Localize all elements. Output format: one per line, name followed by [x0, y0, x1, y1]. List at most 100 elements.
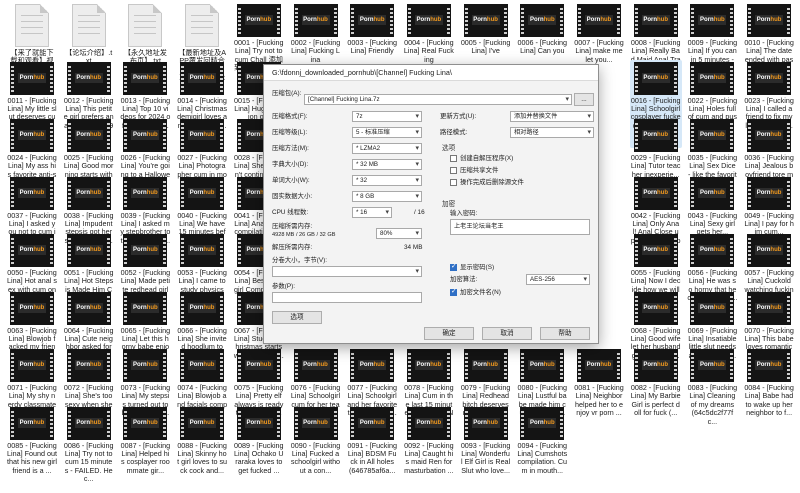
video-file-item[interactable]: Pornhub 0090 - [Fucking Lina] Fucked a sc…: [290, 405, 342, 493]
video-thumbnail-icon: Pornhub: [293, 406, 338, 440]
sfx-label: 创建自解压程序(X): [460, 155, 514, 162]
video-thumbnail-icon: Pornhub: [633, 4, 678, 37]
pornhub-logo-icon: Pornhub: [74, 302, 103, 313]
pornhub-logo-icon: Pornhub: [698, 302, 727, 313]
pornhub-logo-icon: Pornhub: [585, 15, 613, 25]
file-name: 0088 - [Fucking Lina] Skinny hot girl lo…: [177, 441, 228, 475]
delete-label: 操作完成后删除源文件: [460, 179, 524, 186]
path-mode-select[interactable]: 相对路径: [510, 127, 594, 138]
pornhub-logo-icon: Pornhub: [188, 360, 217, 370]
pornhub-logo-icon: Pornhub: [755, 15, 784, 25]
pornhub-logo-icon: Pornhub: [755, 302, 784, 313]
video-file-item[interactable]: Pornhub 0086 - [Fucking Lina] Try not to …: [63, 405, 115, 493]
video-thumbnail-icon: Pornhub: [10, 176, 54, 210]
text-file-icon: [185, 4, 220, 47]
pornhub-logo-icon: Pornhub: [188, 130, 217, 140]
archive-path-combo[interactable]: [Channel] Fucking Lina.7z: [304, 94, 572, 105]
method-select[interactable]: * LZMA2: [352, 143, 422, 154]
word-label: 单词大小(W):: [272, 177, 310, 184]
video-file-item[interactable]: Pornhub 0094 - [Fucking Lina] Cumshots co…: [516, 405, 568, 493]
options-button[interactable]: 选项: [272, 311, 322, 324]
video-thumbnail-icon: Pornhub: [123, 349, 168, 382]
video-thumbnail-icon: Pornhub: [520, 4, 565, 37]
pornhub-logo-icon: Pornhub: [698, 130, 727, 140]
video-thumbnail-icon: Pornhub: [406, 349, 451, 382]
solid-select[interactable]: * 8 GB: [352, 191, 422, 202]
split-size-combo[interactable]: [272, 266, 422, 277]
dict-label: 字典大小(D):: [272, 161, 309, 168]
pornhub-logo-icon: Pornhub: [528, 417, 557, 428]
path-label: 路径模式:: [440, 129, 468, 136]
show-password-checkbox[interactable]: [450, 262, 457, 271]
cpu-select[interactable]: * 16: [352, 207, 392, 218]
video-thumbnail-icon: Pornhub: [747, 349, 792, 382]
video-thumbnail-icon: Pornhub: [10, 406, 54, 440]
video-thumbnail-icon: Pornhub: [236, 4, 281, 37]
video-file-item[interactable]: Pornhub 0084 - [Fucking Lina] Babe had to…: [743, 347, 795, 435]
file-name: 0081 - [Fucking Lina] Neighbor helped he…: [574, 384, 624, 418]
enc-method-select[interactable]: AES-256: [526, 274, 590, 285]
password-label: 输入密码:: [450, 210, 478, 217]
pornhub-logo-icon: Pornhub: [755, 130, 784, 140]
word-select[interactable]: * 32: [352, 175, 422, 186]
cpu-label: CPU 线程数:: [272, 209, 309, 216]
dialog-title: G:\fdonnj_downloaded_pornhub\[Channel] F…: [264, 65, 598, 81]
pornhub-logo-icon: Pornhub: [755, 187, 784, 198]
file-name: 0083 - [Fucking Lina] Cleaning of my dre…: [687, 384, 738, 426]
video-file-item[interactable]: Pornhub 0092 - [Fucking Lina] Caught his …: [403, 405, 455, 493]
video-file-item[interactable]: Pornhub 0081 - [Fucking Lina] Neighbor he…: [573, 347, 625, 435]
video-file-item[interactable]: Pornhub 0093 - [Fucking Lina] Wonderful E…: [460, 405, 512, 493]
browse-button[interactable]: ...: [574, 93, 594, 106]
video-thumbnail-icon: Pornhub: [66, 176, 111, 210]
sfx-checkbox[interactable]: [450, 155, 457, 162]
video-file-item[interactable]: Pornhub 0082 - [Fucking Lina] My Barbie G…: [630, 347, 682, 435]
mem-percent-select[interactable]: 80%: [376, 228, 422, 239]
video-file-item[interactable]: Pornhub 0088 - [Fucking Lina] Skinny hot …: [176, 405, 228, 493]
video-thumbnail-icon: Pornhub: [123, 61, 168, 95]
pornhub-logo-icon: Pornhub: [244, 15, 273, 25]
pornhub-logo-icon: Pornhub: [528, 15, 557, 25]
help-button[interactable]: 帮助: [540, 327, 590, 340]
video-thumbnail-icon: Pornhub: [180, 291, 225, 325]
pornhub-logo-icon: Pornhub: [18, 245, 46, 255]
archive-label: 压缩包(A):: [272, 90, 302, 97]
pornhub-logo-icon: Pornhub: [74, 360, 103, 370]
cpu-total: / 16: [414, 209, 425, 216]
params-input[interactable]: [272, 292, 422, 303]
encryption-group-title: 加密: [442, 201, 456, 208]
file-name: 0094 - [Fucking Lina] Cumshots compilati…: [517, 441, 568, 475]
video-file-item[interactable]: Pornhub 0085 - [Fucking Lina] Found out t…: [6, 405, 58, 493]
video-thumbnail-icon: Pornhub: [463, 349, 508, 382]
format-label: 压缩格式(F):: [272, 113, 308, 120]
password-input[interactable]: 上老王论坛当老王: [450, 219, 590, 235]
cancel-button[interactable]: 取消: [482, 327, 532, 340]
dict-select[interactable]: * 32 MB: [352, 159, 422, 170]
pornhub-logo-icon: Pornhub: [414, 15, 443, 25]
video-thumbnail-icon: Pornhub: [633, 291, 678, 325]
video-file-item[interactable]: Pornhub 0091 - [Fucking Lina] BDSM Fuck i…: [346, 405, 398, 493]
video-file-item[interactable]: Pornhub 0087 - [Fucking Lina] Helped his …: [119, 405, 171, 493]
pornhub-logo-icon: Pornhub: [755, 360, 784, 370]
pornhub-logo-icon: Pornhub: [414, 417, 443, 428]
pornhub-logo-icon: Pornhub: [641, 15, 670, 25]
pornhub-logo-icon: Pornhub: [244, 417, 273, 428]
delete-checkbox[interactable]: [450, 179, 457, 186]
pornhub-logo-icon: Pornhub: [698, 15, 727, 25]
pornhub-logo-icon: Pornhub: [18, 187, 46, 198]
pornhub-logo-icon: Pornhub: [471, 360, 500, 370]
pornhub-logo-icon: Pornhub: [528, 360, 557, 370]
video-thumbnail-icon: Pornhub: [633, 349, 678, 382]
video-thumbnail-icon: Pornhub: [747, 234, 792, 267]
video-file-item[interactable]: Pornhub 0083 - [Fucking Lina] Cleaning of…: [686, 347, 738, 435]
ok-button[interactable]: 确定: [424, 327, 474, 340]
format-select[interactable]: 7z: [352, 111, 422, 122]
encrypt-names-checkbox[interactable]: [450, 287, 457, 296]
video-thumbnail-icon: Pornhub: [577, 4, 621, 37]
level-select[interactable]: 5 - 标准压缩: [352, 127, 422, 138]
video-file-item[interactable]: Pornhub 0089 - [Fucking Lina] Ochako Urar…: [233, 405, 285, 493]
shared-checkbox[interactable]: [450, 167, 457, 174]
video-thumbnail-icon: Pornhub: [180, 61, 225, 95]
video-thumbnail-icon: Pornhub: [123, 234, 168, 267]
update-mode-select[interactable]: 添加并替换文件: [510, 111, 594, 122]
pornhub-logo-icon: Pornhub: [641, 302, 670, 313]
